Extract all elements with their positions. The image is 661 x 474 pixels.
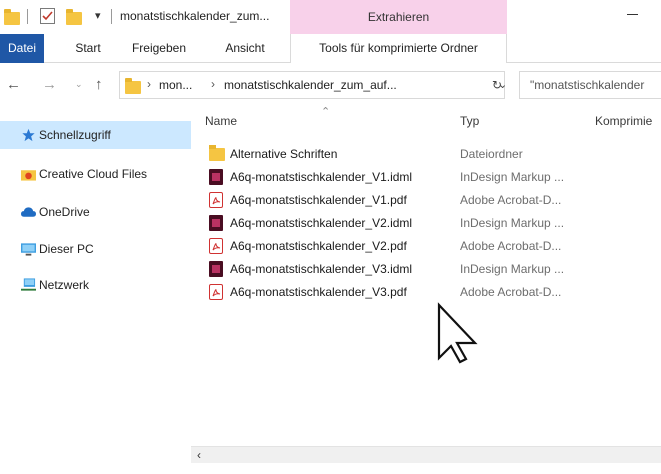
recent-locations-chevron-icon[interactable]: ⌄ xyxy=(75,79,83,90)
search-placeholder: "monatstischkalender xyxy=(530,78,645,92)
file-name: Alternative Schriften xyxy=(230,147,338,161)
folder-icon xyxy=(209,145,225,161)
minimize-button[interactable] xyxy=(627,14,638,15)
list-item[interactable]: A6q-monatstischkalender_V3.idml InDesign… xyxy=(203,259,661,282)
sidebar-item-schnellzugriff[interactable]: Schnellzugriff xyxy=(0,121,191,149)
file-type: Adobe Acrobat-D... xyxy=(460,239,562,253)
tab-datei[interactable]: Datei xyxy=(0,34,44,63)
column-header-name[interactable]: Name xyxy=(205,114,237,142)
list-item[interactable]: A6q-monatstischkalender_V1.pdf Adobe Acr… xyxy=(203,190,661,213)
context-tab-header-label: Extrahieren xyxy=(367,10,430,24)
list-item[interactable]: A6q-monatstischkalender_V2.pdf Adobe Acr… xyxy=(203,236,661,259)
tab-freigeben[interactable]: Freigeben xyxy=(121,34,197,63)
folder-icon xyxy=(125,78,141,94)
list-item[interactable]: A6q-monatstischkalender_V2.idml InDesign… xyxy=(203,213,661,236)
address-bar[interactable]: › mon... › monatstischkalender_zum_auf..… xyxy=(119,71,507,99)
forward-arrow-icon[interactable]: → xyxy=(42,76,57,93)
pdf-icon xyxy=(209,238,223,254)
scroll-left-icon[interactable]: ‹ xyxy=(197,448,201,462)
file-type: InDesign Markup ... xyxy=(460,170,565,184)
file-name: A6q-monatstischkalender_V3.idml xyxy=(230,262,413,276)
list-item[interactable]: Alternative Schriften Dateiordner xyxy=(203,144,661,167)
file-name: A6q-monatstischkalender_V2.idml xyxy=(230,216,413,230)
navigation-pane: Schnellzugriff Creative Cloud Files OneD… xyxy=(0,109,191,474)
folder-icon xyxy=(4,9,20,25)
properties-check-icon[interactable] xyxy=(40,8,55,24)
file-name: A6q-monatstischkalender_V1.idml xyxy=(230,170,413,184)
indesign-icon xyxy=(209,261,223,277)
sidebar-item-netzwerk[interactable]: Netzwerk xyxy=(0,271,191,299)
breadcrumb-current[interactable]: monatstischkalender_zum_auf... xyxy=(224,78,397,92)
computer-icon xyxy=(21,243,36,256)
sort-ascending-icon: ⌃ xyxy=(321,106,331,118)
separator xyxy=(111,9,112,24)
context-tab-header: Extrahieren xyxy=(290,0,507,34)
quick-access-dropdown-icon[interactable]: ▾ xyxy=(95,9,101,22)
file-type: Adobe Acrobat-D... xyxy=(460,285,562,299)
file-name: A6q-monatstischkalender_V3.pdf xyxy=(230,285,407,299)
creative-cloud-icon xyxy=(21,170,36,181)
sidebar-item-creative-cloud-files[interactable]: Creative Cloud Files xyxy=(0,160,191,188)
star-icon xyxy=(22,128,35,142)
sidebar-item-onedrive[interactable]: OneDrive xyxy=(0,198,191,226)
sidebar-item-label: Netzwerk xyxy=(39,278,90,292)
title-bar: ▾ monatstischkalender_zum... Extrahieren xyxy=(0,0,661,34)
indesign-icon xyxy=(209,169,223,185)
sidebar-item-label: Schnellzugriff xyxy=(39,128,111,142)
file-type: Adobe Acrobat-D... xyxy=(460,193,562,207)
breadcrumb-chevron-icon[interactable]: › xyxy=(147,77,151,91)
refresh-icon[interactable]: ↻ xyxy=(492,78,502,92)
pdf-icon xyxy=(209,192,223,208)
tab-ansicht[interactable]: Ansicht xyxy=(214,34,276,63)
sidebar-item-label: Dieser PC xyxy=(39,242,94,256)
cloud-icon xyxy=(21,207,36,217)
file-name: A6q-monatstischkalender_V1.pdf xyxy=(230,193,407,207)
horizontal-scrollbar[interactable]: ‹ xyxy=(191,446,661,463)
file-name: A6q-monatstischkalender_V2.pdf xyxy=(230,239,407,253)
mouse-cursor-icon xyxy=(437,302,478,364)
file-list: ⌃ Name Typ Komprimie Alternative Schrift… xyxy=(191,106,661,474)
sidebar-item-label: OneDrive xyxy=(39,205,90,219)
breadcrumb-chevron-icon[interactable]: › xyxy=(211,77,215,91)
back-arrow-icon[interactable]: ← xyxy=(6,76,21,93)
indesign-icon xyxy=(209,215,223,231)
address-row: ← → ⌄ ↑ › mon... › monatstischkalender_z… xyxy=(0,63,661,109)
column-header-compressed[interactable]: Komprimie xyxy=(595,114,652,142)
ribbon-tabs: Datei Start Freigeben Ansicht Tools für … xyxy=(0,34,661,63)
sidebar-item-dieser-pc[interactable]: Dieser PC xyxy=(0,235,191,263)
sidebar-item-label: Creative Cloud Files xyxy=(39,167,148,181)
breadcrumb-parent[interactable]: mon... xyxy=(159,78,192,92)
file-type: InDesign Markup ... xyxy=(460,262,565,276)
up-arrow-icon[interactable]: ↑ xyxy=(95,76,103,93)
window-title: monatstischkalender_zum... xyxy=(120,9,270,23)
file-type: Dateiordner xyxy=(460,147,523,161)
file-type: InDesign Markup ... xyxy=(460,216,565,230)
tab-start[interactable]: Start xyxy=(62,34,114,63)
pdf-icon xyxy=(209,284,223,300)
list-item[interactable]: A6q-monatstischkalender_V1.idml InDesign… xyxy=(203,167,661,190)
network-icon xyxy=(21,278,36,291)
new-folder-icon[interactable] xyxy=(66,9,82,25)
tab-tools-komprimierte-ordner[interactable]: Tools für komprimierte Ordner xyxy=(290,34,507,63)
search-input[interactable]: "monatstischkalender xyxy=(519,71,661,99)
list-item[interactable]: A6q-monatstischkalender_V3.pdf Adobe Acr… xyxy=(203,282,661,305)
column-header-type[interactable]: Typ xyxy=(460,114,479,142)
separator xyxy=(27,9,28,24)
